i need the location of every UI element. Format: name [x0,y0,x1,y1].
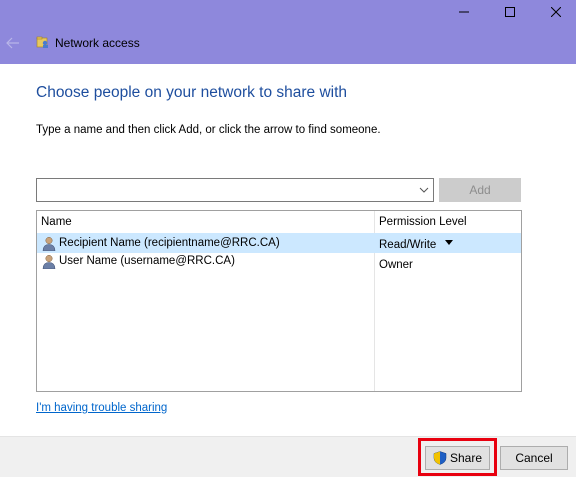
column-header-permission[interactable]: Permission Level [379,216,467,228]
title-bar: Network access [0,0,576,64]
trouble-sharing-link[interactable]: I'm having trouble sharing [36,402,167,414]
list-row-owner[interactable]: User Name (username@RRC.CA) Owner [37,254,521,274]
arrow-left-icon [6,37,19,49]
user-name-text: Recipient Name (recipientname@RRC.CA) [59,237,280,249]
name-combo-box[interactable] [36,178,434,202]
minimize-button[interactable] [441,0,487,24]
minimize-icon [459,11,469,13]
share-button-label: Share [449,451,483,465]
cancel-button[interactable]: Cancel [500,446,568,470]
network-share-icon [36,36,48,48]
caret-down-icon[interactable] [444,240,454,246]
user-name-text: User Name (username@RRC.CA) [59,255,235,267]
sharing-list[interactable]: Name Permission Level Recipient Name (re… [36,210,522,392]
uac-shield-icon [433,451,447,465]
column-header-name[interactable]: Name [41,216,72,228]
share-button[interactable]: Share [425,446,490,470]
user-icon [42,237,56,251]
permission-level-text: Owner [379,259,413,271]
close-icon [551,7,561,17]
list-row-recipient[interactable]: Recipient Name (recipientname@RRC.CA) Re… [37,233,521,253]
maximize-icon [505,7,515,17]
name-input[interactable] [37,179,407,201]
user-icon [42,255,56,269]
chevron-down-icon[interactable] [419,185,429,195]
page-heading: Choose people on your network to share w… [36,84,348,101]
instruction-text: Type a name and then click Add, or click… [36,124,381,136]
close-button[interactable] [533,0,576,24]
list-header: Name Permission Level [37,211,521,233]
permission-level-text[interactable]: Read/Write [379,239,436,251]
window-title: Network access [55,36,140,50]
add-button[interactable]: Add [439,178,521,202]
maximize-button[interactable] [487,0,533,24]
back-button[interactable] [4,34,22,52]
